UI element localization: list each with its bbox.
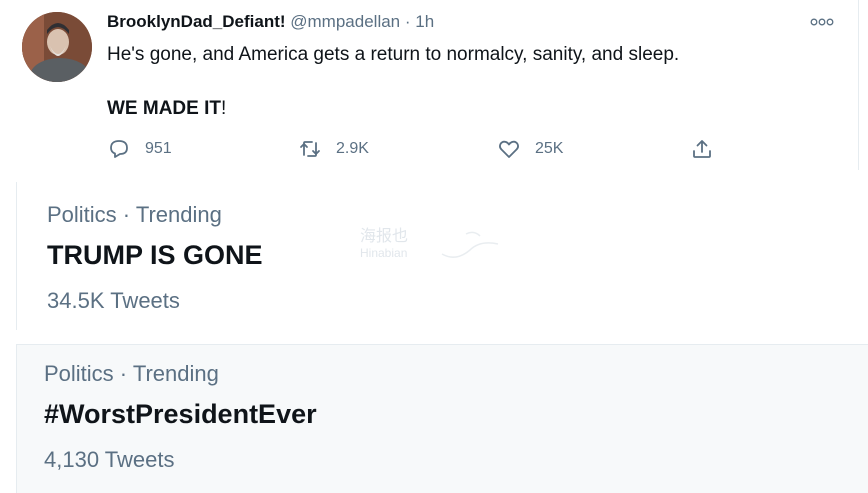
trend-title[interactable]: TRUMP IS GONE — [47, 240, 263, 271]
trend-category: Politics · Trending — [44, 361, 219, 386]
tweet-card[interactable]: BrooklynDad_Defiant! @mmpadellan · 1h He… — [0, 0, 859, 170]
avatar[interactable] — [22, 12, 92, 82]
retweet-button[interactable]: 2.9K — [298, 136, 369, 162]
trend-title[interactable]: #WorstPresidentEver — [44, 399, 317, 430]
tweet-text-bold: WE MADE IT — [107, 98, 221, 119]
reply-icon — [110, 140, 128, 158]
heart-icon — [499, 140, 519, 158]
tweet-text: He's gone, and America gets a return to … — [107, 44, 680, 65]
separator-dot: · — [404, 12, 411, 31]
like-button[interactable]: 25K — [497, 136, 563, 162]
trend-item[interactable]: Politics · Trending #WorstPresidentEver … — [16, 344, 868, 493]
reply-button[interactable]: 951 — [107, 136, 172, 162]
display-name[interactable]: BrooklynDad_Defiant! — [107, 12, 286, 31]
retweet-icon — [300, 141, 320, 157]
tweet-text-exclamation: ! — [221, 98, 227, 119]
reply-count: 951 — [145, 140, 172, 157]
trend-category: Politics · Trending — [47, 202, 222, 227]
user-handle[interactable]: @mmpadellan — [290, 12, 400, 31]
share-icon — [693, 140, 711, 158]
timestamp[interactable]: 1h — [415, 12, 434, 31]
share-button[interactable] — [690, 136, 728, 162]
tweet-text-emphasis: WE MADE IT! — [107, 98, 226, 120]
more-horizontal-icon[interactable] — [808, 12, 836, 32]
trend-tweet-count: 34.5K Tweets — [47, 288, 180, 313]
retweet-count: 2.9K — [336, 140, 369, 157]
watermark: 海报也 Hinabian — [360, 228, 408, 262]
watermark-logo-icon — [441, 231, 499, 258]
watermark-subtext: Hinabian — [360, 246, 408, 260]
trend-tweet-count: 4,130 Tweets — [44, 447, 175, 472]
watermark-text: 海报也 — [360, 228, 409, 245]
tweet-header: BrooklynDad_Defiant! @mmpadellan · 1h — [107, 12, 434, 32]
like-count: 25K — [535, 140, 564, 157]
avatar-image — [22, 12, 92, 82]
